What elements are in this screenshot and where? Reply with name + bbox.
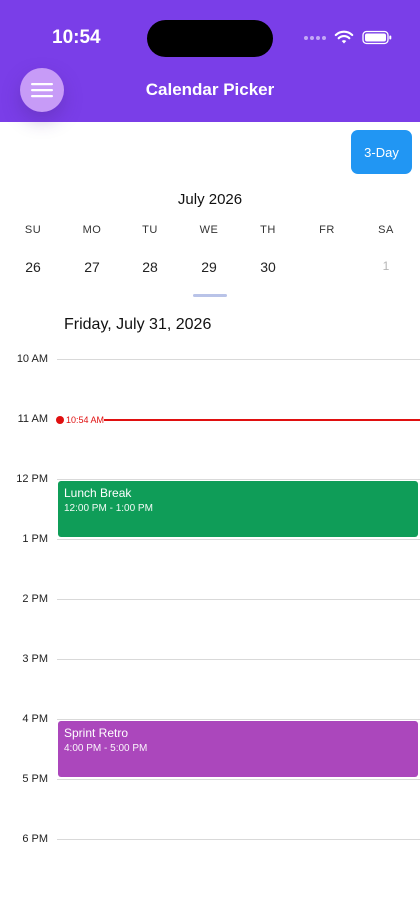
current-time-line [104,419,420,421]
hour-line [57,599,420,600]
hour-line [57,839,420,840]
day-cell[interactable]: 1 [366,259,406,273]
hour-line [57,659,420,660]
hour-label: 5 PM [22,773,48,785]
view-mode-button[interactable]: 3-Day [351,130,412,174]
day-cell[interactable]: 29 [189,259,229,275]
event-sprint-retro[interactable]: Sprint Retro 4:00 PM - 5:00 PM [58,721,418,777]
hour-label: 4 PM [22,713,48,725]
weekday-mo: MO [82,224,102,236]
weekday-th: TH [260,224,276,236]
hour-label: 1 PM [22,533,48,545]
month-label[interactable]: July 2026 [0,191,420,208]
hour-line [57,359,420,360]
wifi-icon [334,30,354,44]
hour-label: 3 PM [22,653,48,665]
weekday-sa: SA [378,224,394,236]
current-time-label: 10:54 AM [66,415,105,425]
event-title: Lunch Break [64,486,132,500]
app-header: 10:54 Calendar Picker [0,0,420,122]
status-time: 10:54 [52,27,101,48]
signal-icon [304,35,326,40]
day-cell[interactable]: 30 [248,259,288,275]
hour-label: 10 AM [16,353,48,365]
day-cell[interactable]: 27 [72,259,112,275]
current-time-dot [56,416,64,424]
weekday-tu: TU [142,224,158,236]
day-cell[interactable]: 26 [13,259,53,275]
event-title: Sprint Retro [64,726,129,740]
weekday-su: SU [24,224,42,236]
dynamic-island [147,20,273,57]
hour-label: 11 AM [17,413,48,425]
hour-label: 2 PM [22,593,48,605]
event-time: 4:00 PM - 5:00 PM [64,743,148,754]
weekday-fr: FR [319,224,335,236]
page-title: Calendar Picker [145,80,275,99]
status-icons [304,30,392,45]
day-cell[interactable]: 28 [130,259,170,275]
hour-line [57,479,420,480]
event-time: 12:00 PM - 1:00 PM [64,503,153,514]
calendar-drag-handle[interactable] [193,294,227,297]
hour-line [57,539,420,540]
selected-date-title: Friday, July 31, 2026 [64,316,212,333]
event-lunch-break[interactable]: Lunch Break 12:00 PM - 1:00 PM [58,481,418,537]
battery-icon [362,30,392,45]
hour-line [57,719,420,720]
hour-label: 12 PM [16,473,48,485]
hour-label: 6 PM [22,833,48,845]
hour-line [57,779,420,780]
weekday-we: WE [199,224,219,236]
